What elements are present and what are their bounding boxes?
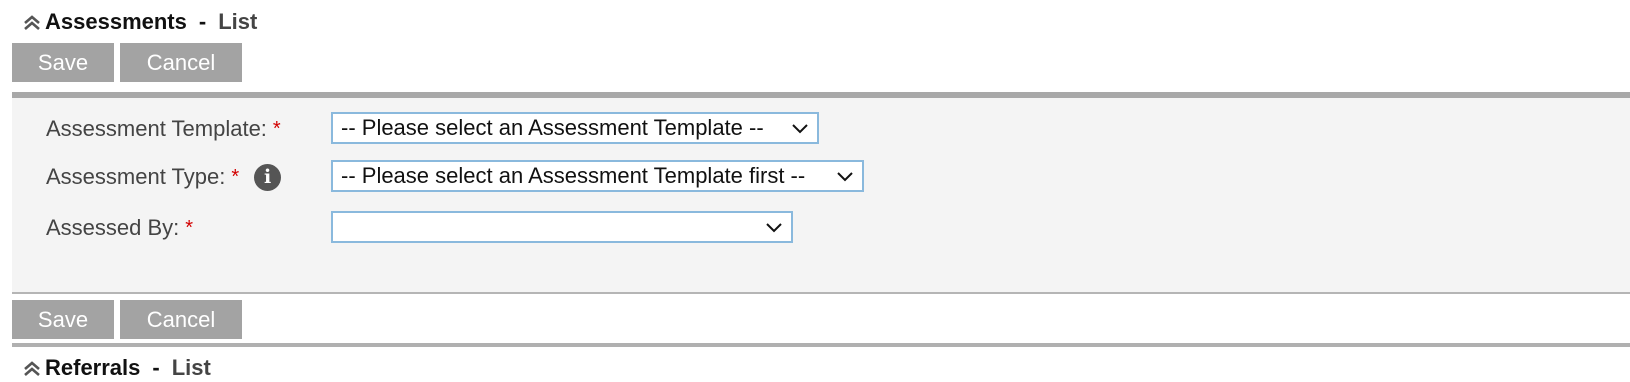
chevron-double-up-icon[interactable] [22, 12, 42, 32]
section-header-assessments: Assessments - List [22, 6, 257, 38]
cancel-button[interactable]: Cancel [120, 43, 242, 82]
assessment-template-label: Assessment Template: * [46, 112, 281, 146]
info-icon[interactable]: i [254, 163, 282, 191]
save-button[interactable]: Save [12, 43, 114, 82]
section-title: Assessments [45, 9, 187, 34]
form-row-assessment-template: Assessment Template: * -- Please select … [12, 112, 1630, 146]
bottom-button-bar: Save Cancel [12, 300, 242, 339]
assessed-by-select[interactable] [331, 211, 793, 243]
form-row-assessed-by: Assessed By: * [12, 211, 1630, 245]
chevron-double-up-icon[interactable] [22, 358, 42, 378]
title-separator: - [198, 9, 207, 34]
assessed-by-label: Assessed By: * [46, 211, 193, 245]
field-label: Assessed By: [46, 215, 180, 240]
form-row-assessment-type: Assessment Type: * i -- Please select an… [12, 160, 1630, 194]
section-subtitle-link[interactable]: List [218, 9, 257, 35]
top-button-bar: Save Cancel [12, 43, 242, 82]
required-marker: * [185, 216, 194, 239]
select-value: -- Please select an Assessment Template … [341, 163, 806, 188]
chevron-down-icon [766, 223, 782, 233]
field-label: Assessment Template: [46, 116, 267, 141]
section-subtitle-link[interactable]: List [172, 355, 211, 381]
assessment-type-select[interactable]: -- Please select an Assessment Template … [331, 160, 864, 192]
section-header-referrals: Referrals - List [22, 355, 211, 381]
chevron-down-icon [837, 172, 853, 182]
required-marker: * [231, 165, 240, 188]
required-marker: * [272, 117, 281, 140]
assessment-template-select[interactable]: -- Please select an Assessment Template … [331, 112, 819, 144]
field-label: Assessment Type: [46, 164, 226, 189]
save-button[interactable]: Save [12, 300, 114, 339]
chevron-down-icon [792, 124, 808, 134]
select-value: -- Please select an Assessment Template … [341, 115, 764, 140]
cancel-button[interactable]: Cancel [120, 300, 242, 339]
section-title: Referrals [45, 355, 141, 380]
section-divider [12, 343, 1630, 347]
assessment-form: Assessment Template: * -- Please select … [12, 92, 1630, 294]
assessment-type-label: Assessment Type: * i [46, 160, 282, 194]
assessments-page: Assessments - List Save Cancel Assessmen… [0, 0, 1630, 382]
title-separator: - [152, 355, 160, 380]
